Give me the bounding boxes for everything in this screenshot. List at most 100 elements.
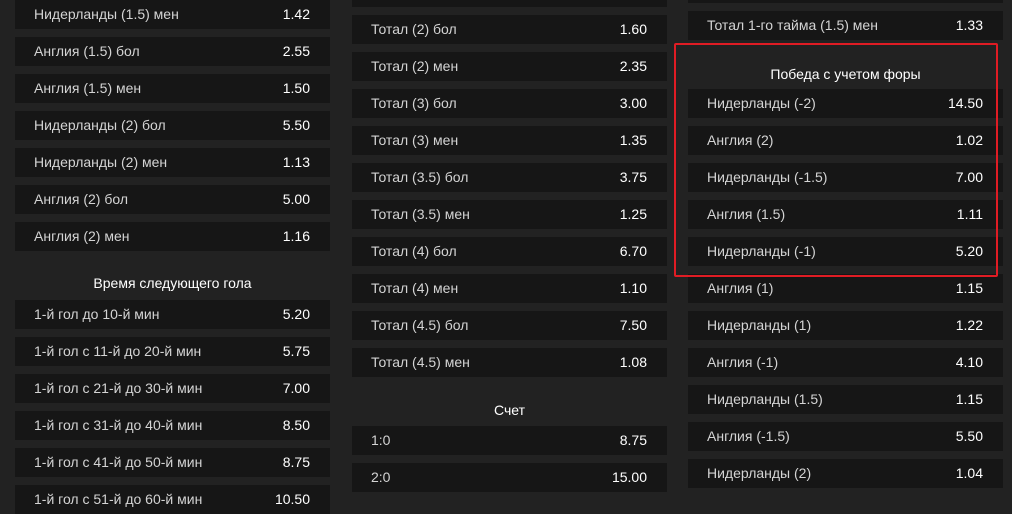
outcome-label: Тотал (4) бол — [371, 243, 457, 259]
odds-value: 1.60 — [619, 21, 647, 37]
outcome-label: 1-й гол с 21-й до 30-й мин — [34, 380, 203, 396]
odds-row[interactable]: 1:0 8.75 — [352, 426, 667, 455]
odds-row[interactable]: 1-й гол до 10-й мин 5.20 — [15, 300, 330, 329]
odds-row[interactable]: 1-й гол с 11-й до 20-й мин 5.75 — [15, 337, 330, 366]
odds-row[interactable]: 1-й гол с 21-й до 30-й мин 7.00 — [15, 374, 330, 403]
outcome-label: 1-й гол с 11-й до 20-й мин — [34, 343, 202, 359]
odds-value: 1.50 — [282, 80, 310, 96]
odds-row[interactable]: Англия (2) мен 1.16 — [15, 222, 330, 251]
outcome-label: 1-й гол с 41-й до 50-й мин — [34, 454, 203, 470]
odds-value: 1.10 — [619, 280, 647, 296]
odds-row[interactable]: Англия (-1.5) 5.50 — [688, 422, 1003, 451]
odds-row[interactable]: Тотал (4) мен 1.10 — [352, 274, 667, 303]
outcome-label: 1-й гол до 10-й мин — [34, 306, 160, 322]
odds-row[interactable]: Тотал (2) мен 2.35 — [352, 52, 667, 81]
section-title: Время следующего гола — [93, 275, 252, 291]
odds-row[interactable]: Нидерланды (1) 1.22 — [688, 311, 1003, 340]
odds-value: 1.22 — [955, 317, 983, 333]
odds-row[interactable]: 2:0 15.00 — [352, 463, 667, 492]
outcome-label: Нидерланды (1.5) — [707, 391, 823, 407]
outcome-label: Нидерланды (1.5) мен — [34, 6, 179, 22]
outcome-label: Тотал (4.5) бол — [371, 317, 469, 333]
odds-row[interactable]: Тотал (3.5) бол 3.75 — [352, 163, 667, 192]
odds-value: 3.75 — [619, 169, 647, 185]
odds-value: 7.50 — [619, 317, 647, 333]
odds-value: 8.50 — [282, 417, 310, 433]
odds-value: 5.20 — [282, 306, 310, 322]
odds-row[interactable]: Англия (1) 1.15 — [688, 274, 1003, 303]
odds-value: 1.42 — [282, 6, 310, 22]
odds-row[interactable] — [352, 0, 667, 7]
odds-row[interactable] — [688, 0, 1003, 3]
odds-value: 8.75 — [282, 454, 310, 470]
outcome-label: 1-й гол с 31-й до 40-й мин — [34, 417, 203, 433]
outcome-label: Нидерланды (2) — [707, 465, 812, 481]
odds-row[interactable]: Нидерланды (1.5) мен 1.42 — [15, 0, 330, 29]
outcome-label: Нидерланды (1) — [707, 317, 812, 333]
odds-row[interactable]: Тотал (3.5) мен 1.25 — [352, 200, 667, 229]
odds-value: 4.10 — [955, 354, 983, 370]
odds-value: 1.33 — [955, 17, 983, 33]
odds-value: 1.25 — [619, 206, 647, 222]
odds-row[interactable]: Нидерланды (2) 1.04 — [688, 459, 1003, 488]
odds-row[interactable]: Тотал 1-го тайма (1.5) мен 1.33 — [688, 11, 1003, 40]
outcome-label: 2:0 — [371, 469, 391, 485]
odds-row[interactable]: Нидерланды (2) мен 1.13 — [15, 148, 330, 177]
odds-value: 1.15 — [955, 391, 983, 407]
odds-row[interactable]: Тотал (4) бол 6.70 — [352, 237, 667, 266]
odds-value: 1.08 — [619, 354, 647, 370]
odds-value: 8.75 — [619, 432, 647, 448]
odds-value: 1.16 — [282, 228, 310, 244]
odds-value: 1.35 — [619, 132, 647, 148]
odds-row[interactable]: Нидерланды (1.5) 1.15 — [688, 385, 1003, 414]
outcome-label: Тотал 1-го тайма (1.5) мен — [707, 17, 878, 33]
odds-row[interactable]: 1-й гол с 41-й до 50-й мин 8.75 — [15, 448, 330, 477]
odds-value: 5.50 — [955, 428, 983, 444]
odds-value: 2.35 — [619, 58, 647, 74]
odds-row[interactable]: Англия (2) бол 5.00 — [15, 185, 330, 214]
odds-value: 2.55 — [282, 43, 310, 59]
outcome-label: Тотал (3) мен — [371, 132, 459, 148]
odds-value: 7.00 — [282, 380, 310, 396]
outcome-label: Тотал (4) мен — [371, 280, 459, 296]
outcome-label: Тотал (3.5) мен — [371, 206, 470, 222]
odds-value: 1.15 — [955, 280, 983, 296]
outcome-label: Нидерланды (2) мен — [34, 154, 168, 170]
outcome-label: Тотал (2) бол — [371, 21, 457, 37]
odds-row[interactable]: Тотал (2) бол 1.60 — [352, 15, 667, 44]
odds-row[interactable]: Англия (1.5) бол 2.55 — [15, 37, 330, 66]
odds-row[interactable]: Тотал (4.5) бол 7.50 — [352, 311, 667, 340]
outcome-label: Нидерланды (2) бол — [34, 117, 166, 133]
outcome-label: Англия (1.5) бол — [34, 43, 140, 59]
outcome-label: Тотал (3) бол — [371, 95, 457, 111]
odds-value: 5.50 — [282, 117, 310, 133]
odds-value: 10.50 — [274, 491, 310, 507]
odds-row[interactable]: 1-й гол с 51-й до 60-й мин 10.50 — [15, 485, 330, 514]
odds-value: 6.70 — [619, 243, 647, 259]
odds-value: 1.04 — [955, 465, 983, 481]
odds-value: 1.13 — [282, 154, 310, 170]
odds-row[interactable]: Тотал (3) бол 3.00 — [352, 89, 667, 118]
outcome-label: Тотал (2) мен — [371, 58, 459, 74]
odds-value: 15.00 — [611, 469, 647, 485]
odds-row[interactable]: Тотал (4.5) мен 1.08 — [352, 348, 667, 377]
outcome-label: Тотал (3.5) бол — [371, 169, 469, 185]
odds-row[interactable]: Англия (1.5) мен 1.50 — [15, 74, 330, 103]
odds-row[interactable]: 1-й гол с 31-й до 40-й мин 8.50 — [15, 411, 330, 440]
odds-row[interactable]: Нидерланды (2) бол 5.50 — [15, 111, 330, 140]
odds-value: 5.75 — [282, 343, 310, 359]
outcome-label: Англия (2) мен — [34, 228, 130, 244]
outcome-label: Англия (2) бол — [34, 191, 128, 207]
highlight-annotation-box — [674, 43, 998, 277]
outcome-label: Тотал (4.5) мен — [371, 354, 470, 370]
odds-row[interactable]: Англия (-1) 4.10 — [688, 348, 1003, 377]
section-title: Счет — [494, 402, 525, 418]
outcome-label: 1:0 — [371, 432, 391, 448]
outcome-label: Англия (1.5) мен — [34, 80, 142, 96]
outcome-label: Англия (-1) — [707, 354, 779, 370]
outcome-label: 1-й гол с 51-й до 60-й мин — [34, 491, 203, 507]
odds-value: 5.00 — [282, 191, 310, 207]
odds-row[interactable]: Тотал (3) мен 1.35 — [352, 126, 667, 155]
outcome-label: Англия (-1.5) — [707, 428, 790, 444]
odds-value: 3.00 — [619, 95, 647, 111]
